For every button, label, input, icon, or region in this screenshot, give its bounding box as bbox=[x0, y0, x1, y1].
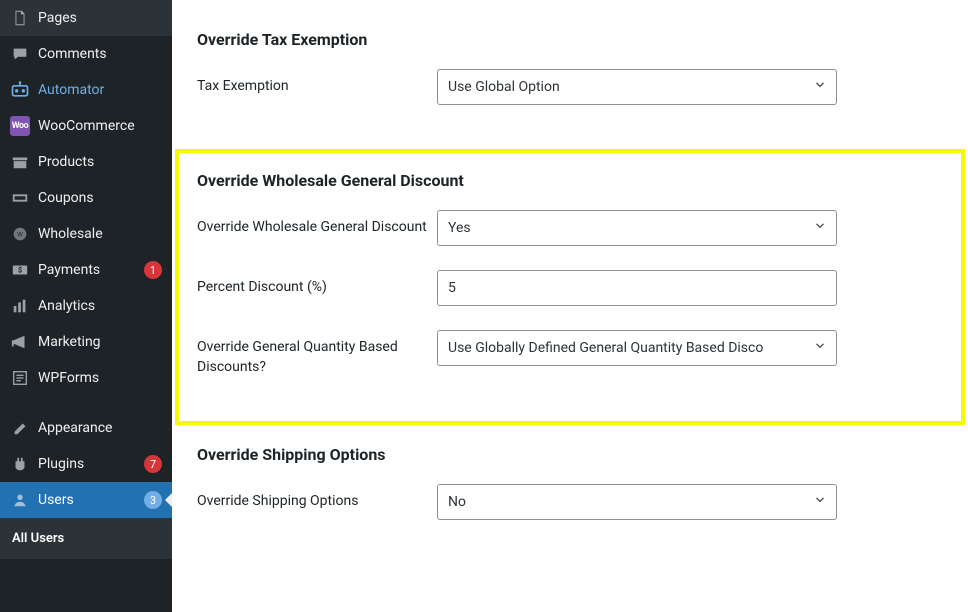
wpforms-icon bbox=[10, 368, 30, 388]
sidebar-item-coupons[interactable]: Coupons bbox=[0, 180, 172, 216]
marketing-icon bbox=[10, 332, 30, 352]
field-label: Override Shipping Options bbox=[197, 484, 437, 512]
plugins-icon bbox=[10, 454, 30, 474]
page-icon bbox=[10, 8, 30, 28]
sidebar-label: Automator bbox=[38, 82, 162, 98]
override-discount-select[interactable]: Yes bbox=[437, 210, 837, 246]
products-icon bbox=[10, 152, 30, 172]
field-override-shipping: Override Shipping Options No bbox=[197, 484, 943, 520]
sidebar-item-marketing[interactable]: Marketing bbox=[0, 324, 172, 360]
sidebar-item-analytics[interactable]: Analytics bbox=[0, 288, 172, 324]
sidebar-label: Coupons bbox=[38, 190, 162, 206]
sidebar-label: WPForms bbox=[38, 370, 162, 386]
sidebar-item-plugins[interactable]: Plugins 7 bbox=[0, 446, 172, 482]
field-label: Tax Exemption bbox=[197, 69, 437, 97]
svg-text:$: $ bbox=[18, 266, 22, 275]
override-shipping-select[interactable]: No bbox=[437, 484, 837, 520]
section-title: Override Wholesale General Discount bbox=[197, 171, 943, 190]
sidebar-item-automator[interactable]: Automator bbox=[0, 72, 172, 108]
field-label: Override General Quantity Based Discount… bbox=[197, 330, 437, 377]
sidebar-item-products[interactable]: Products bbox=[0, 144, 172, 180]
section-title: Override Tax Exemption bbox=[197, 30, 943, 49]
sidebar-label: WooCommerce bbox=[38, 118, 162, 134]
payments-icon: $ bbox=[10, 260, 30, 280]
svg-text:W: W bbox=[17, 231, 23, 239]
sidebar-item-woocommerce[interactable]: Woo WooCommerce bbox=[0, 108, 172, 144]
sidebar-label: Payments bbox=[38, 262, 140, 278]
main-content: Override Tax Exemption Tax Exemption Use… bbox=[172, 0, 968, 612]
field-override-discount: Override Wholesale General Discount Yes bbox=[197, 210, 943, 246]
tax-exemption-select[interactable]: Use Global Option bbox=[437, 69, 837, 105]
field-tax-exemption: Tax Exemption Use Global Option bbox=[197, 69, 943, 105]
badge: 7 bbox=[144, 455, 162, 473]
sidebar-item-wholesale[interactable]: W Wholesale bbox=[0, 216, 172, 252]
sidebar-item-payments[interactable]: $ Payments 1 bbox=[0, 252, 172, 288]
sidebar-label: Marketing bbox=[38, 334, 162, 350]
field-label: Percent Discount (%) bbox=[197, 270, 437, 298]
admin-sidebar: Pages Comments Automator Woo WooCommerce… bbox=[0, 0, 172, 612]
sidebar-item-wpforms[interactable]: WPForms bbox=[0, 360, 172, 396]
comment-icon bbox=[10, 44, 30, 64]
sidebar-label: Users bbox=[38, 492, 140, 508]
badge: 3 bbox=[144, 491, 162, 509]
badge: 1 bbox=[144, 261, 162, 279]
sidebar-item-users[interactable]: Users 3 bbox=[0, 482, 172, 518]
sidebar-label: Analytics bbox=[38, 298, 162, 314]
section-title: Override Shipping Options bbox=[197, 445, 943, 464]
sidebar-item-comments[interactable]: Comments bbox=[0, 36, 172, 72]
quantity-discounts-select[interactable]: Use Globally Defined General Quantity Ba… bbox=[437, 330, 837, 366]
submenu-users: All Users bbox=[0, 518, 172, 559]
sidebar-label: Comments bbox=[38, 46, 162, 62]
wholesale-icon: W bbox=[10, 224, 30, 244]
percent-discount-input[interactable] bbox=[437, 270, 837, 306]
analytics-icon bbox=[10, 296, 30, 316]
active-arrow-icon bbox=[165, 492, 172, 508]
field-label: Override Wholesale General Discount bbox=[197, 210, 437, 238]
sidebar-item-pages[interactable]: Pages bbox=[0, 0, 172, 36]
appearance-icon bbox=[10, 418, 30, 438]
submenu-item-all-users[interactable]: All Users bbox=[0, 525, 172, 552]
users-icon bbox=[10, 490, 30, 510]
section-tax-exemption: Override Tax Exemption Tax Exemption Use… bbox=[197, 10, 943, 149]
woo-icon: Woo bbox=[10, 116, 30, 136]
field-quantity-discounts: Override General Quantity Based Discount… bbox=[197, 330, 943, 377]
sidebar-item-appearance[interactable]: Appearance bbox=[0, 410, 172, 446]
sidebar-label: Pages bbox=[38, 10, 162, 26]
section-wholesale-discount: Override Wholesale General Discount Over… bbox=[197, 171, 943, 421]
sidebar-label: Wholesale bbox=[38, 226, 162, 242]
highlighted-section: Override Wholesale General Discount Over… bbox=[175, 149, 965, 425]
automator-icon bbox=[10, 80, 30, 100]
sidebar-label: Products bbox=[38, 154, 162, 170]
section-shipping: Override Shipping Options Override Shipp… bbox=[197, 425, 943, 540]
sidebar-label: Plugins bbox=[38, 456, 140, 472]
sidebar-label: Appearance bbox=[38, 420, 162, 436]
coupons-icon bbox=[10, 188, 30, 208]
field-percent-discount: Percent Discount (%) bbox=[197, 270, 943, 306]
